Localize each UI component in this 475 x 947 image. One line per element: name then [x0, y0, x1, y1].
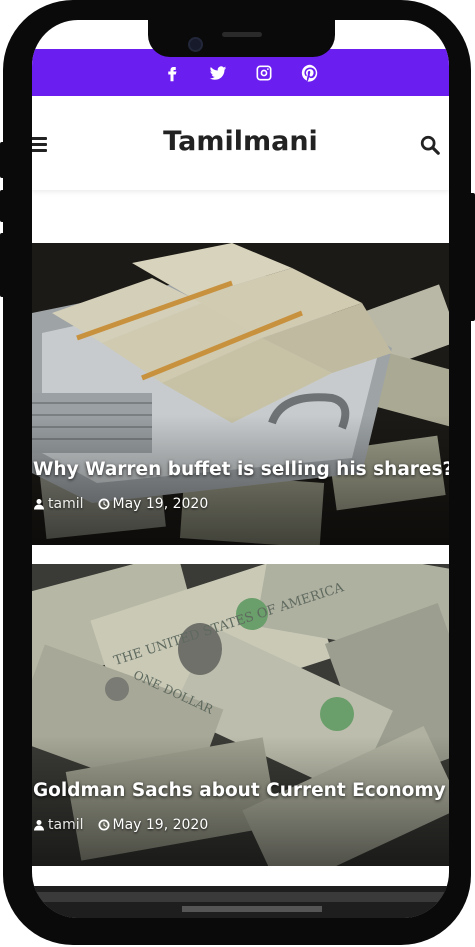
user-icon [33, 819, 45, 831]
twitter-icon[interactable] [209, 64, 227, 82]
clock-icon [98, 819, 110, 831]
post-card[interactable] [32, 886, 449, 918]
phone-screen: Tamilmani Why Warren buffet is selling h… [32, 20, 449, 918]
post-card[interactable]: Why Warren buffet is selling his shares?… [32, 243, 449, 545]
facebook-icon[interactable] [163, 64, 181, 82]
front-camera-icon [188, 37, 203, 52]
post-date: May 19, 2020 [112, 817, 209, 833]
post-image-partial [32, 886, 449, 918]
pinterest-icon[interactable] [301, 64, 319, 82]
clock-icon [98, 498, 110, 510]
post-title[interactable]: Goldman Sachs about Current Economy [33, 780, 449, 801]
site-title[interactable]: Tamilmani [32, 126, 449, 157]
post-date: May 19, 2020 [112, 496, 209, 512]
site-header: Tamilmani [32, 96, 449, 190]
phone-notch [148, 20, 335, 57]
post-title[interactable]: Why Warren buffet is selling his shares? [33, 459, 449, 480]
search-icon[interactable] [419, 134, 441, 156]
post-card[interactable]: THE UNITED STATES OF AMERICA ONE DOLLAR … [32, 564, 449, 866]
phone-frame: Tamilmani Why Warren buffet is selling h… [3, 0, 471, 945]
user-icon [33, 498, 45, 510]
image-overlay [32, 736, 449, 866]
speaker-grille [222, 32, 262, 37]
post-author[interactable]: tamil [48, 496, 84, 512]
post-meta: tamil May 19, 2020 [33, 817, 208, 833]
instagram-icon[interactable] [255, 64, 273, 82]
post-meta: tamil May 19, 2020 [33, 496, 208, 512]
image-overlay [32, 415, 449, 545]
post-author[interactable]: tamil [48, 817, 84, 833]
